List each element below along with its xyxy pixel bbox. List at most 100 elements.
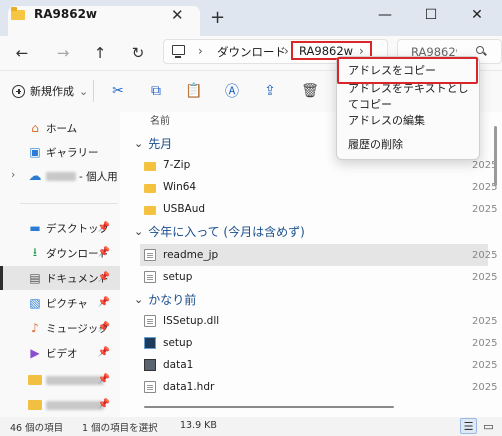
tiles-view-icon: ▭ (483, 419, 494, 433)
file-row[interactable]: USBAud 2025 (140, 198, 497, 220)
file-date: 2025 (472, 381, 498, 393)
sidebar-item-home[interactable]: ⌂ ホーム (0, 116, 120, 140)
sidebar-item-downloads[interactable]: ⭳ ダウンロード 📌 (0, 241, 120, 265)
rename-button[interactable]: Ⓐ (221, 81, 243, 101)
videos-icon: ▶ (30, 346, 40, 360)
refresh-button[interactable]: ↻ (126, 43, 150, 63)
file-date: 2025 (472, 249, 498, 261)
chevron-down-icon: ⌄ (134, 224, 144, 238)
menu-item-highlight (337, 57, 478, 84)
gallery-icon: ▣ (29, 145, 41, 159)
menu-item-delete-history[interactable]: 履歴の削除 (340, 132, 476, 156)
desktop-icon: ▬ (29, 221, 41, 235)
pin-icon: 📌 (97, 222, 110, 233)
new-button[interactable]: 新規作成 ⌄ (12, 81, 88, 101)
sidebar-item-documents[interactable]: ▤ ドキュメント 📌 (0, 266, 120, 290)
cut-button[interactable]: ✂ (107, 81, 129, 101)
share-icon: ⇪ (264, 83, 276, 99)
file-row[interactable]: ISSetup.dll 2025 (140, 310, 497, 332)
status-item-count: 46 個の項目 (10, 423, 64, 434)
group-label: 今年に入って (今月は含めず) (148, 224, 305, 239)
music-icon: ♪ (31, 321, 39, 335)
file-row[interactable]: data1 2025 (140, 354, 497, 376)
sidebar-item-pictures[interactable]: ▧ ピクチャ 📌 (0, 291, 120, 315)
vertical-scrollbar[interactable] (494, 126, 497, 186)
document-icon (144, 249, 156, 261)
close-button[interactable]: ✕ (454, 4, 500, 26)
home-icon: ⌂ (31, 121, 39, 135)
forward-button[interactable]: → (51, 43, 75, 63)
file-row[interactable]: Win64 2025 (140, 176, 497, 198)
sidebar-item-music[interactable]: ♪ ミュージック 📌 (0, 316, 120, 340)
file-name: 7-Zip (163, 159, 191, 171)
file-row[interactable]: setup 2025 (140, 332, 497, 354)
sidebar-item-redacted[interactable]: 📌 (0, 368, 120, 392)
file-name: ISSetup.dll (163, 315, 220, 327)
menu-item-edit-address[interactable]: アドレスの編集 (340, 108, 476, 132)
share-button[interactable]: ⇪ (259, 81, 281, 101)
breadcrumb-downloads[interactable]: ダウンロード (217, 44, 286, 60)
file-row[interactable]: setup 2025 (140, 266, 497, 288)
tiles-view-button[interactable]: ▭ (480, 418, 497, 434)
pin-icon: 📌 (97, 347, 110, 358)
file-name: readme_jp (163, 249, 219, 261)
sidebar-item-onedrive[interactable]: › ☁ - 個人用 (0, 164, 120, 188)
folder-icon (144, 205, 156, 215)
menu-item-copy-address-as-text[interactable]: アドレスをテキストとしてコピー (340, 82, 476, 111)
back-button[interactable]: ← (10, 43, 34, 63)
chevron-down-icon: ⌄ (134, 136, 144, 150)
refresh-icon: ↻ (131, 44, 145, 62)
sidebar-item-label: ピクチャ (46, 297, 88, 310)
column-header-name[interactable]: 名前 (150, 112, 170, 127)
sidebar-item-label: - 個人用 (79, 170, 118, 183)
maximize-button[interactable]: ☐ (408, 4, 454, 26)
details-view-button[interactable]: ☰ (460, 418, 477, 434)
minimize-button[interactable]: — (362, 4, 408, 26)
folder-icon (144, 161, 156, 171)
sidebar-item-redacted[interactable]: 📌 (0, 393, 120, 417)
folder-icon (28, 373, 42, 387)
copy-button[interactable]: ⧉ (145, 81, 167, 101)
plus-icon (12, 84, 25, 98)
breadcrumb-separator[interactable]: › (284, 44, 289, 58)
dll-file-icon (144, 315, 156, 327)
sidebar-item-videos[interactable]: ▶ ビデオ 📌 (0, 341, 120, 365)
file-name: data1.hdr (163, 381, 215, 393)
chevron-down-icon: ⌄ (134, 292, 144, 306)
new-tab-button[interactable]: + (210, 9, 225, 27)
file-date: 2025 (472, 359, 498, 371)
redacted-name (46, 400, 104, 410)
delete-icon: 🗑 (301, 83, 319, 99)
file-row[interactable]: data1.hdr 2025 (140, 376, 497, 398)
list-view-icon: ☰ (463, 419, 474, 433)
delete-button[interactable]: 🗑 (299, 81, 321, 101)
group-label: かなり前 (148, 292, 197, 307)
redacted-name (46, 375, 104, 385)
group-header[interactable]: ⌄ かなり前 (134, 289, 196, 309)
status-selection: 1 個の項目を選択 (82, 423, 158, 434)
sidebar-item-desktop[interactable]: ▬ デスクトップ 📌 (0, 216, 120, 240)
group-header[interactable]: ⌄ 先月 (134, 133, 172, 153)
chevron-right-icon[interactable]: › (11, 168, 15, 181)
file-row-selected[interactable]: readme_jp 2025 (140, 244, 497, 266)
breadcrumb-separator[interactable]: › (198, 44, 203, 58)
copy-icon: ⧉ (151, 83, 161, 99)
tab-title: RA9862w (34, 7, 98, 21)
setup-file-icon (144, 271, 156, 283)
file-name: setup (163, 271, 193, 283)
onedrive-icon: ☁ (28, 168, 42, 184)
arrow-left-icon: ← (15, 44, 29, 62)
document-icon (144, 381, 156, 393)
sidebar-item-label: ビデオ (46, 347, 78, 360)
tab-close-button[interactable]: ✕ (171, 6, 184, 24)
group-header[interactable]: ⌄ 今年に入って (今月は含めず) (134, 221, 305, 241)
file-date: 2025 (472, 315, 498, 327)
pin-icon: 📌 (97, 322, 110, 333)
status-size: 13.9 KB (180, 420, 217, 431)
redacted-name (46, 171, 76, 181)
up-button[interactable]: ↑ (88, 43, 112, 63)
sidebar-item-gallery[interactable]: ▣ ギャラリー (0, 140, 120, 164)
paste-button[interactable]: 📋 (183, 81, 205, 101)
chevron-down-icon: ⌄ (79, 84, 89, 98)
horizontal-scrollbar[interactable] (144, 406, 394, 408)
